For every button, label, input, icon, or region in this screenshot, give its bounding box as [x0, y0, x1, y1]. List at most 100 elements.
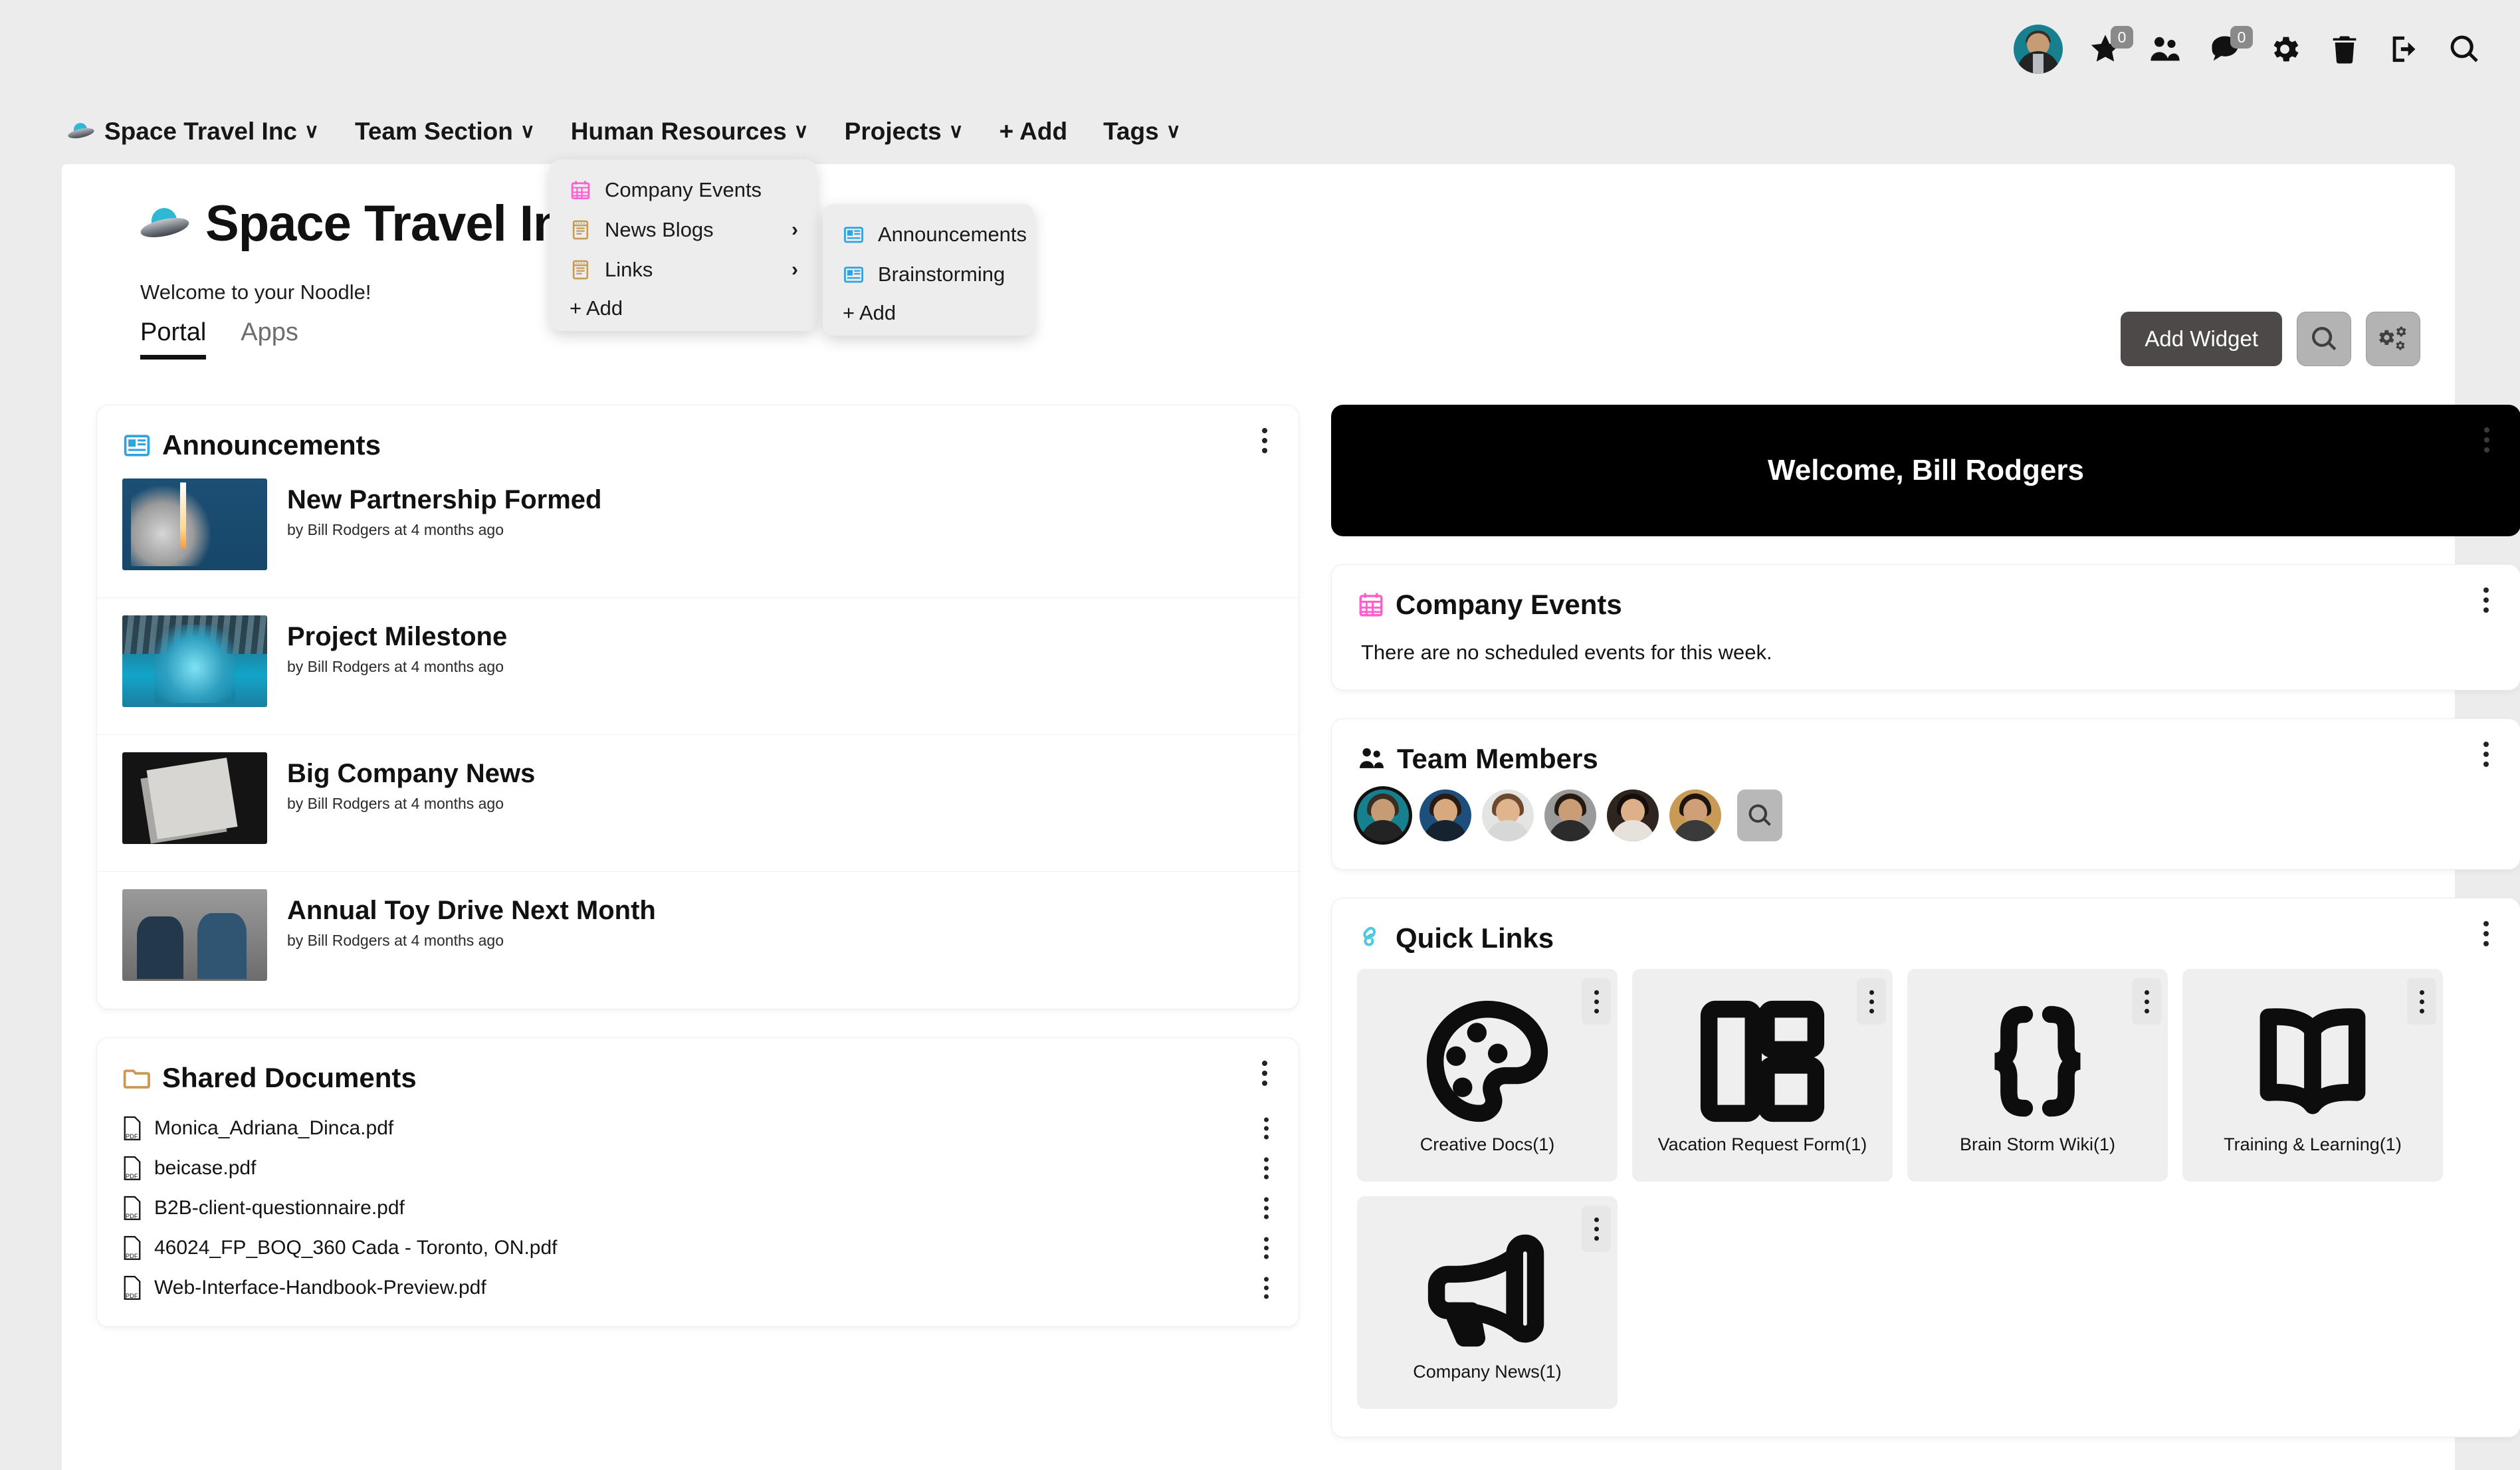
chevron-down-icon: ∨ [520, 120, 535, 142]
document-options-button[interactable] [1256, 1157, 1276, 1180]
document-row[interactable]: PDF 46024_FP_BOQ_360 Cada - Toronto, ON.… [97, 1228, 1299, 1268]
megaphone-icon [1422, 1223, 1552, 1354]
gear-icon[interactable] [2267, 32, 2302, 66]
document-row[interactable]: PDF beicase.pdf [97, 1148, 1299, 1188]
menu-item-label: Links [605, 258, 653, 281]
announcements-options-button[interactable] [1253, 425, 1276, 456]
nav-label: Space Travel Inc [104, 117, 298, 145]
people-icon [1360, 748, 1384, 768]
nav-label: Tags [1103, 117, 1159, 145]
shared-documents-header: Shared Documents [97, 1038, 1299, 1094]
avatar-bill-rodgers[interactable] [1357, 789, 1409, 841]
quick-link-options-button[interactable] [1582, 978, 1611, 1025]
people-icon[interactable] [2148, 32, 2182, 66]
search-icon [1748, 804, 1771, 826]
logout-icon[interactable] [2387, 32, 2422, 66]
tab-apps[interactable]: Apps [241, 318, 298, 360]
shared-documents-options-button[interactable] [1253, 1058, 1276, 1089]
welcome-banner-text: Welcome, Bill Rodgers [1768, 454, 2084, 486]
announcement-item[interactable]: Annual Toy Drive Next Month by Bill Rodg… [97, 872, 1299, 1009]
document-name: Web-Interface-Handbook-Preview.pdf [154, 1277, 486, 1299]
search-icon [2312, 326, 2337, 351]
document-name: 46024_FP_BOQ_360 Cada - Toronto, ON.pdf [154, 1237, 558, 1259]
calendar-icon [1359, 593, 1383, 617]
menu-item-announcements[interactable]: Announcements [823, 215, 1034, 255]
newspaper-icon [124, 435, 150, 457]
widget-grid: Announcements New Partnership Formed by … [96, 405, 2520, 1465]
page-header: Space Travel Inc [139, 195, 591, 253]
menu-item-brainstorming[interactable]: Brainstorming [823, 255, 1034, 294]
human-resources-dropdown: Company Events News Blogs › Links › + Ad… [550, 159, 817, 331]
document-options-button[interactable] [1256, 1117, 1276, 1140]
svg-text:PDF: PDF [126, 1133, 138, 1140]
nav-item-projects[interactable]: Projects ∨ [845, 118, 964, 146]
quick-link-options-button[interactable] [2407, 978, 2436, 1025]
nav-item-tags[interactable]: Tags ∨ [1103, 118, 1181, 146]
announcement-item[interactable]: Project Milestone by Bill Rodgers at 4 m… [97, 598, 1299, 735]
widget-search-button[interactable] [2297, 312, 2351, 366]
svg-text:PDF: PDF [126, 1293, 138, 1299]
search-icon[interactable] [2447, 32, 2481, 66]
left-column: Announcements New Partnership Formed by … [96, 405, 1299, 1465]
announcement-item[interactable]: New Partnership Formed by Bill Rodgers a… [97, 461, 1299, 598]
avatar-member-6[interactable] [1669, 789, 1721, 841]
welcome-banner-options-button[interactable] [2475, 425, 2498, 455]
right-column: Welcome, Bill Rodgers Company Events The… [1331, 405, 2520, 1465]
quick-link-options-button[interactable] [2132, 978, 2161, 1025]
document-options-button[interactable] [1256, 1197, 1276, 1219]
team-members-search-button[interactable] [1737, 789, 1782, 841]
menu-item-add[interactable]: + Add [550, 290, 817, 322]
announcement-item[interactable]: Big Company News by Bill Rodgers at 4 mo… [97, 735, 1299, 872]
document-row[interactable]: PDF Web-Interface-Handbook-Preview.pdf [97, 1268, 1299, 1308]
trash-icon[interactable] [2327, 32, 2362, 66]
avatar-member-2[interactable] [1419, 789, 1471, 841]
quick-link-tile-vacation-request-form[interactable]: Vacation Request Form(1) [1632, 969, 1893, 1182]
menu-item-links[interactable]: Links › [550, 250, 817, 290]
quick-link-tile-company-news[interactable]: Company News(1) [1357, 1196, 1618, 1409]
announcement-title: Project Milestone [287, 622, 508, 651]
quick-link-tile-training-and-learning[interactable]: Training & Learning(1) [2182, 969, 2443, 1182]
quick-link-tile-brain-storm-wiki[interactable]: Brain Storm Wiki(1) [1907, 969, 2168, 1182]
braces-icon [1972, 996, 2103, 1126]
document-options-button[interactable] [1256, 1237, 1276, 1259]
menu-item-company-events[interactable]: Company Events [550, 170, 817, 210]
quick-link-options-button[interactable] [1857, 978, 1886, 1025]
quick-link-options-button[interactable] [1582, 1206, 1611, 1252]
avatar-member-3[interactable] [1482, 789, 1534, 841]
star-icon[interactable]: 0 [2088, 26, 2133, 66]
nav-item-human-resources[interactable]: Human Resources ∨ [571, 118, 809, 146]
submenu-item-add[interactable]: + Add [823, 294, 1034, 326]
document-name: beicase.pdf [154, 1157, 257, 1179]
team-members-options-button[interactable] [2475, 739, 2497, 770]
pdf-file-icon: PDF [124, 1156, 141, 1180]
avatar-member-5[interactable] [1607, 789, 1659, 841]
nav-item-add[interactable]: + Add [999, 118, 1067, 146]
chat-badge: 0 [2230, 26, 2253, 49]
announcement-meta: by Bill Rodgers at 4 months ago [287, 657, 504, 675]
document-row[interactable]: PDF Monica_Adriana_Dinca.pdf [97, 1108, 1299, 1148]
menu-item-label: Brainstorming [878, 262, 1005, 286]
avatar-member-4[interactable] [1544, 789, 1596, 841]
announcement-title: Annual Toy Drive Next Month [287, 896, 656, 925]
tab-portal[interactable]: Portal [140, 318, 207, 360]
pdf-file-icon: PDF [124, 1116, 141, 1140]
star-badge: 0 [2111, 26, 2133, 49]
company-events-options-button[interactable] [2475, 585, 2497, 615]
palette-icon [1422, 996, 1552, 1126]
announcement-thumbnail [122, 889, 267, 981]
widget-settings-button[interactable] [2366, 312, 2420, 366]
quick-link-tile-creative-docs[interactable]: Creative Docs(1) [1357, 969, 1618, 1182]
quick-links-options-button[interactable] [2475, 918, 2497, 949]
menu-item-news-blogs[interactable]: News Blogs › [550, 210, 817, 250]
announcement-title: Big Company News [287, 759, 536, 788]
svg-text:PDF: PDF [126, 1253, 138, 1259]
nav-item-space-travel-inc[interactable]: Space Travel Inc ∨ [67, 117, 319, 146]
menu-item-label: News Blogs [605, 218, 714, 241]
user-avatar[interactable] [2014, 25, 2063, 74]
chat-icon[interactable]: 0 [2208, 26, 2253, 66]
add-widget-button[interactable]: Add Widget [2121, 312, 2282, 366]
document-row[interactable]: PDF B2B-client-questionnaire.pdf [97, 1188, 1299, 1228]
nav-item-team-section[interactable]: Team Section ∨ [355, 118, 535, 146]
quick-links-title: Quick Links [1396, 922, 1554, 954]
document-options-button[interactable] [1256, 1277, 1276, 1299]
